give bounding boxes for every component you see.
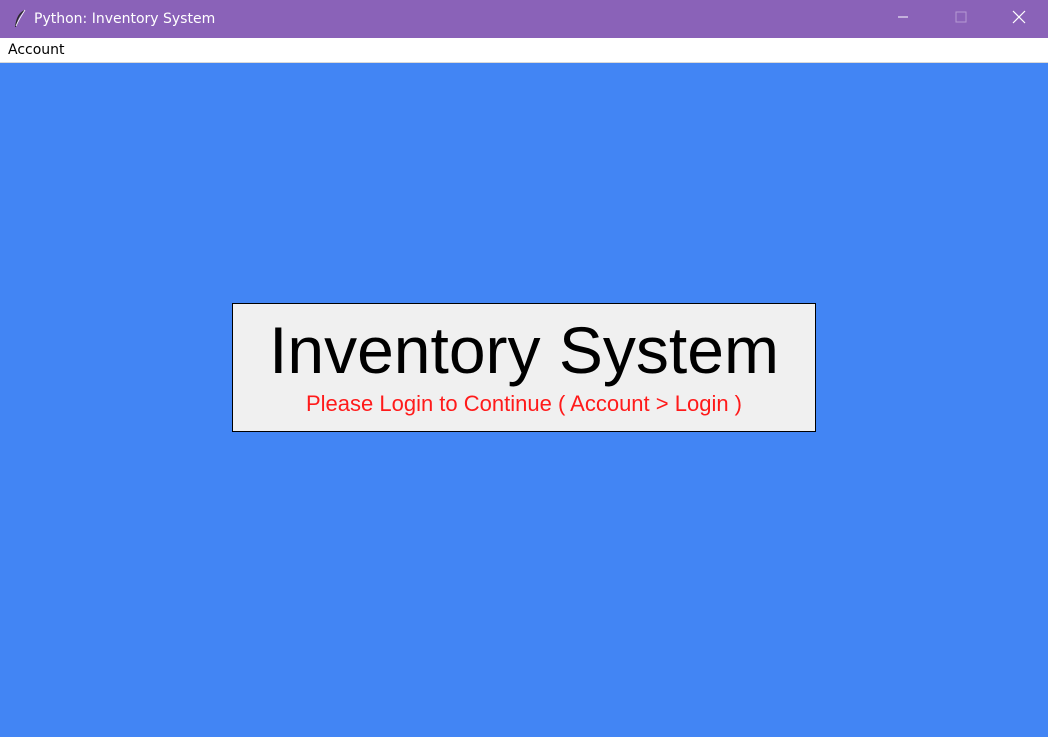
app-window: Python: Inventory System Account Invento… — [0, 0, 1048, 737]
maximize-icon — [955, 10, 967, 28]
close-icon — [1012, 10, 1026, 29]
menu-bar: Account — [0, 38, 1048, 63]
welcome-panel: Inventory System Please Login to Continu… — [232, 303, 816, 432]
minimize-button[interactable] — [874, 0, 932, 38]
window-title: Python: Inventory System — [34, 11, 216, 27]
minimize-icon — [897, 10, 909, 28]
menu-account[interactable]: Account — [0, 38, 73, 62]
close-button[interactable] — [990, 0, 1048, 38]
window-controls — [874, 0, 1048, 38]
feather-icon — [10, 9, 30, 29]
title-bar[interactable]: Python: Inventory System — [0, 0, 1048, 38]
login-prompt: Please Login to Continue ( Account > Log… — [305, 391, 742, 416]
maximize-button[interactable] — [932, 0, 990, 38]
panel-title: Inventory System — [269, 313, 779, 387]
